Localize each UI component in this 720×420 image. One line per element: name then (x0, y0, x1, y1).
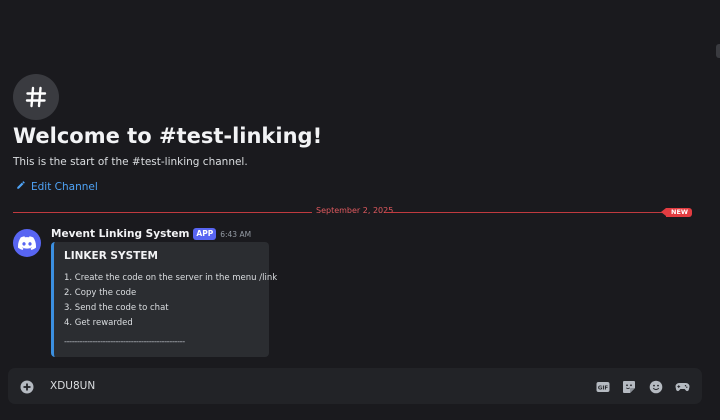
divider-date-label: September 2, 2025 (312, 206, 398, 215)
new-messages-badge: NEW (660, 208, 693, 217)
app-badge: APP (193, 228, 217, 240)
channel-welcome-title: Welcome to #test-linking! (13, 124, 323, 148)
gamepad-icon[interactable] (675, 379, 690, 393)
chat-window: Welcome to #test-linking! This is the st… (0, 0, 720, 420)
message-input[interactable]: XDU8UN (50, 368, 95, 404)
svg-text:GIF: GIF (598, 386, 609, 392)
embed-line: 1. Create the code on the server in the … (64, 273, 278, 283)
pencil-icon (16, 180, 26, 193)
plus-circle-icon[interactable] (20, 379, 34, 394)
embed-separator: ----------------------------------------… (64, 337, 185, 347)
edit-channel-link[interactable]: Edit Channel (16, 180, 98, 193)
embed-line: 3. Send the code to chat (64, 303, 169, 313)
scrollbar-thumb[interactable] (716, 44, 720, 58)
message-composer: XDU8UN GIF (8, 368, 702, 404)
message-header: Mevent Linking System APP 6:43 AM (51, 228, 251, 240)
new-messages-divider-left (13, 212, 312, 213)
embed-line: 2. Copy the code (64, 288, 137, 298)
channel-welcome-subtitle: This is the start of the #test-linking c… (13, 156, 248, 168)
embed-line: 4. Get rewarded (64, 318, 133, 328)
message-embed: LINKER SYSTEM 1. Create the code on the … (51, 242, 278, 357)
embed-title: LINKER SYSTEM (64, 250, 158, 262)
edit-channel-label: Edit Channel (31, 180, 98, 193)
message-timestamp: 6:43 AM (220, 229, 252, 239)
new-messages-divider-right (385, 212, 666, 213)
hash-icon (13, 74, 59, 120)
emoji-icon[interactable] (649, 379, 663, 394)
sticker-icon[interactable] (622, 379, 636, 393)
discord-icon[interactable] (13, 229, 41, 257)
gif-icon[interactable]: GIF (596, 379, 610, 393)
message-author[interactable]: Mevent Linking System (51, 228, 189, 240)
